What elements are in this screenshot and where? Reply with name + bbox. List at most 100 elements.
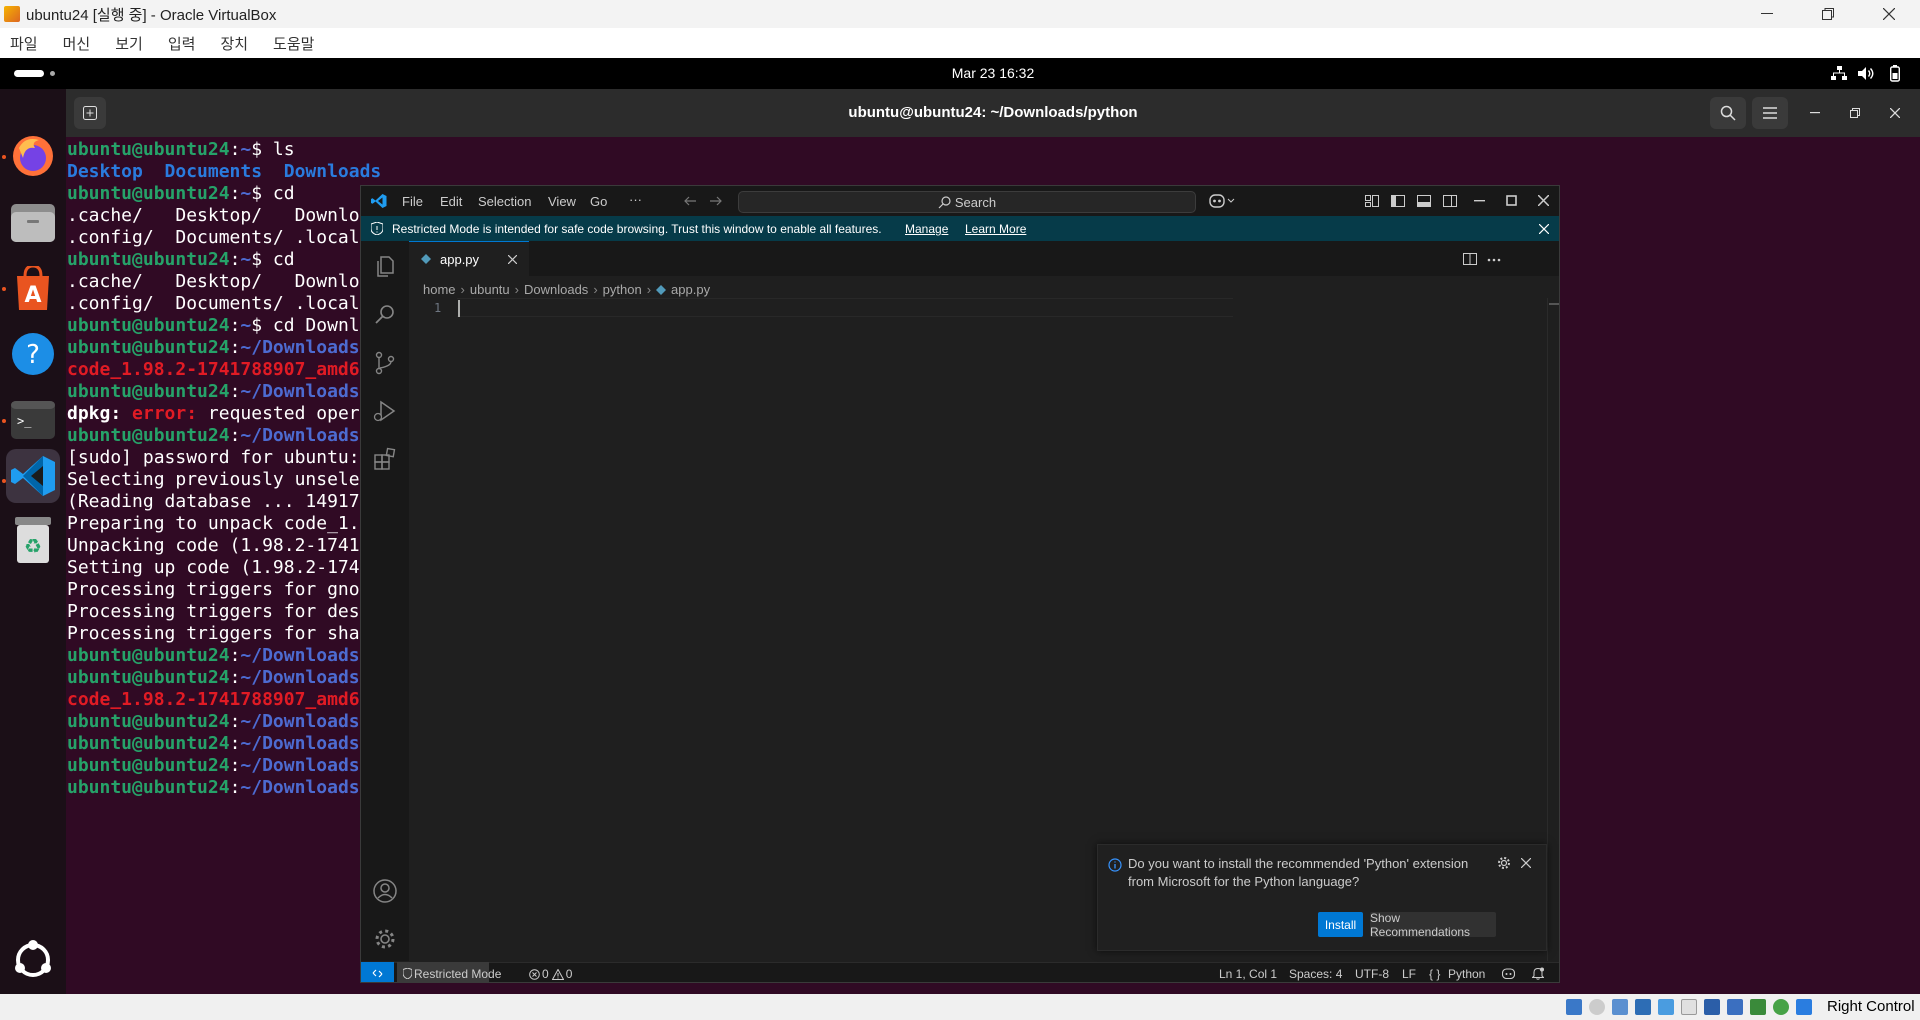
restricted-mode-banner: Restricted Mode is intended for safe cod… xyxy=(361,216,1559,241)
close-tab-icon[interactable] xyxy=(508,255,517,264)
menu-more[interactable]: ··· xyxy=(629,192,642,207)
close-icon[interactable] xyxy=(1521,858,1531,868)
terminal-icon[interactable]: >_ xyxy=(6,393,60,447)
mouse-integration-icon[interactable] xyxy=(1773,999,1789,1015)
download-arrow-icon[interactable] xyxy=(1796,999,1812,1015)
search-icon[interactable] xyxy=(1710,97,1746,129)
menu-file[interactable]: File xyxy=(402,194,423,209)
close-icon[interactable] xyxy=(1880,97,1910,129)
search-icon xyxy=(938,195,951,208)
error-count: 0 xyxy=(542,967,549,981)
restore-icon[interactable] xyxy=(1805,0,1851,28)
gnome-top-bar: Mar 23 16:32 xyxy=(0,58,1920,89)
customize-layout-icon[interactable] xyxy=(1365,194,1379,208)
menu-edit[interactable]: Edit xyxy=(440,194,462,209)
gear-icon[interactable] xyxy=(1497,856,1511,870)
forward-arrow-icon[interactable] xyxy=(709,194,723,208)
cpu-icon[interactable] xyxy=(1750,999,1766,1015)
manage-link[interactable]: Manage xyxy=(905,222,948,236)
show-apps-icon[interactable] xyxy=(6,933,60,987)
menu-view[interactable]: 보기 xyxy=(115,33,143,54)
vscode-icon[interactable] xyxy=(6,449,60,503)
command-center-search[interactable]: Search xyxy=(738,191,1196,213)
minimize-icon[interactable] xyxy=(1474,200,1485,202)
notification-toast: Do you want to install the recommended '… xyxy=(1097,844,1547,951)
scrollbar-track[interactable] xyxy=(1547,298,1548,961)
remote-indicator[interactable] xyxy=(361,962,394,982)
menu-help[interactable]: 도움말 xyxy=(273,33,314,54)
install-button[interactable]: Install xyxy=(1318,912,1363,937)
trash-icon[interactable]: ♻ xyxy=(6,513,60,567)
encoding[interactable]: UTF-8 xyxy=(1355,967,1389,981)
extensions-icon[interactable] xyxy=(373,447,397,471)
language-mode[interactable]: Python xyxy=(1448,967,1485,981)
breadcrumb: home › ubuntu › Downloads › python › app.py xyxy=(423,282,714,297)
menu-devices[interactable]: 장치 xyxy=(220,33,248,54)
menu-selection[interactable]: Selection xyxy=(478,194,531,209)
line-number: 1 xyxy=(434,301,442,315)
hamburger-menu-icon[interactable] xyxy=(1752,97,1788,129)
line-ending[interactable]: LF xyxy=(1402,967,1416,981)
help-icon[interactable]: ? xyxy=(6,327,60,381)
firefox-icon[interactable] xyxy=(6,129,60,183)
accounts-icon[interactable] xyxy=(373,879,397,903)
breadcrumb-python[interactable]: python xyxy=(603,282,642,297)
tab-label: app.py xyxy=(440,252,480,267)
close-icon[interactable] xyxy=(1538,195,1549,206)
breadcrumb-file[interactable]: app.py xyxy=(671,282,710,297)
host-status-bar: Right Control xyxy=(0,994,1920,1020)
usb-icon[interactable] xyxy=(1658,999,1674,1015)
menu-go[interactable]: Go xyxy=(590,194,607,209)
menu-view[interactable]: View xyxy=(548,194,576,209)
split-editor-icon[interactable] xyxy=(1463,252,1477,266)
errors-warnings[interactable]: 0 0 xyxy=(529,967,572,981)
copilot-icon[interactable] xyxy=(1502,968,1515,979)
manage-gear-icon[interactable] xyxy=(373,927,397,951)
more-actions-icon[interactable] xyxy=(1487,258,1501,262)
minimize-icon[interactable] xyxy=(1744,0,1790,28)
network-icon[interactable] xyxy=(1831,66,1847,81)
toggle-panel-icon[interactable] xyxy=(1417,194,1431,208)
optical-drive-icon[interactable] xyxy=(1589,999,1605,1015)
back-arrow-icon[interactable] xyxy=(683,194,697,208)
close-icon[interactable] xyxy=(1866,0,1912,28)
toggle-primary-sidebar-icon[interactable] xyxy=(1391,194,1405,208)
svg-text:A: A xyxy=(24,283,41,308)
app-center-icon[interactable]: A xyxy=(6,261,60,315)
toggle-secondary-sidebar-icon[interactable] xyxy=(1443,194,1457,208)
run-debug-icon[interactable] xyxy=(373,399,397,423)
close-icon[interactable] xyxy=(1539,224,1549,234)
hard-disk-icon[interactable] xyxy=(1566,999,1582,1015)
tab-app-py[interactable]: app.py xyxy=(409,241,529,276)
show-recommendations-button[interactable]: Show Recommendations xyxy=(1370,911,1496,939)
notifications-bell-icon[interactable] xyxy=(1532,967,1544,980)
menu-machine[interactable]: 머신 xyxy=(63,33,91,54)
learn-more-link[interactable]: Learn More xyxy=(965,222,1026,236)
battery-icon[interactable] xyxy=(1890,65,1900,82)
clock[interactable]: Mar 23 16:32 xyxy=(0,65,1920,81)
python-file-icon xyxy=(421,254,431,264)
restore-icon[interactable] xyxy=(1840,97,1870,129)
breadcrumb-home[interactable]: home xyxy=(423,282,456,297)
copilot-icon[interactable] xyxy=(1209,193,1237,209)
vscode-window: File Edit Selection View Go ··· Search R… xyxy=(360,185,1560,983)
network-adapter-icon[interactable] xyxy=(1635,999,1651,1015)
display-icon[interactable] xyxy=(1704,999,1720,1015)
indentation[interactable]: Spaces: 4 xyxy=(1289,967,1342,981)
recording-icon[interactable] xyxy=(1727,999,1743,1015)
files-icon[interactable] xyxy=(6,195,60,249)
search-icon[interactable] xyxy=(373,303,397,327)
breadcrumb-downloads[interactable]: Downloads xyxy=(524,282,588,297)
volume-icon[interactable] xyxy=(1858,66,1875,81)
breadcrumb-ubuntu[interactable]: ubuntu xyxy=(470,282,510,297)
cursor-position[interactable]: Ln 1, Col 1 xyxy=(1219,967,1277,981)
maximize-icon[interactable] xyxy=(1506,195,1517,206)
menu-file[interactable]: 파일 xyxy=(10,33,38,54)
audio-icon[interactable] xyxy=(1612,999,1628,1015)
explorer-icon[interactable] xyxy=(373,254,397,278)
menu-input[interactable]: 입력 xyxy=(168,33,196,54)
shield-icon xyxy=(371,222,383,235)
minimize-icon[interactable] xyxy=(1800,97,1830,129)
shared-folders-icon[interactable] xyxy=(1681,999,1697,1015)
source-control-icon[interactable] xyxy=(373,351,397,375)
